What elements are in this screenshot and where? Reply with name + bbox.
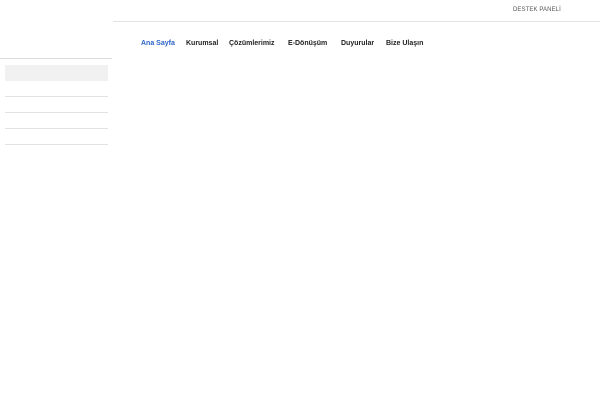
sidebar-header-divider (0, 58, 112, 59)
nav-item-e-transformation[interactable]: E-Dönüşüm (288, 38, 327, 50)
nav-item-solutions[interactable]: Çözümlerimiz (229, 38, 275, 50)
nav-item-corporate[interactable]: Kurumsal (186, 38, 218, 50)
nav-item-home[interactable]: Ana Sayfa (141, 38, 175, 50)
sidebar-item[interactable] (5, 129, 108, 145)
support-panel-link[interactable]: DESTEK PANELİ (513, 7, 561, 13)
nav-item-announcements[interactable]: Duyurular (341, 38, 374, 50)
sidebar-item[interactable] (5, 113, 108, 129)
sidebar-item[interactable] (5, 97, 108, 113)
sidebar-list (5, 65, 108, 145)
main-nav: Ana Sayfa Kurumsal Çözümlerimiz E-Dönüşü… (0, 38, 600, 52)
nav-item-contact[interactable]: Bize Ulaşın (386, 38, 423, 50)
sidebar-item[interactable] (5, 65, 108, 81)
top-bar: DESTEK PANELİ (113, 0, 600, 22)
sidebar-item[interactable] (5, 81, 108, 97)
